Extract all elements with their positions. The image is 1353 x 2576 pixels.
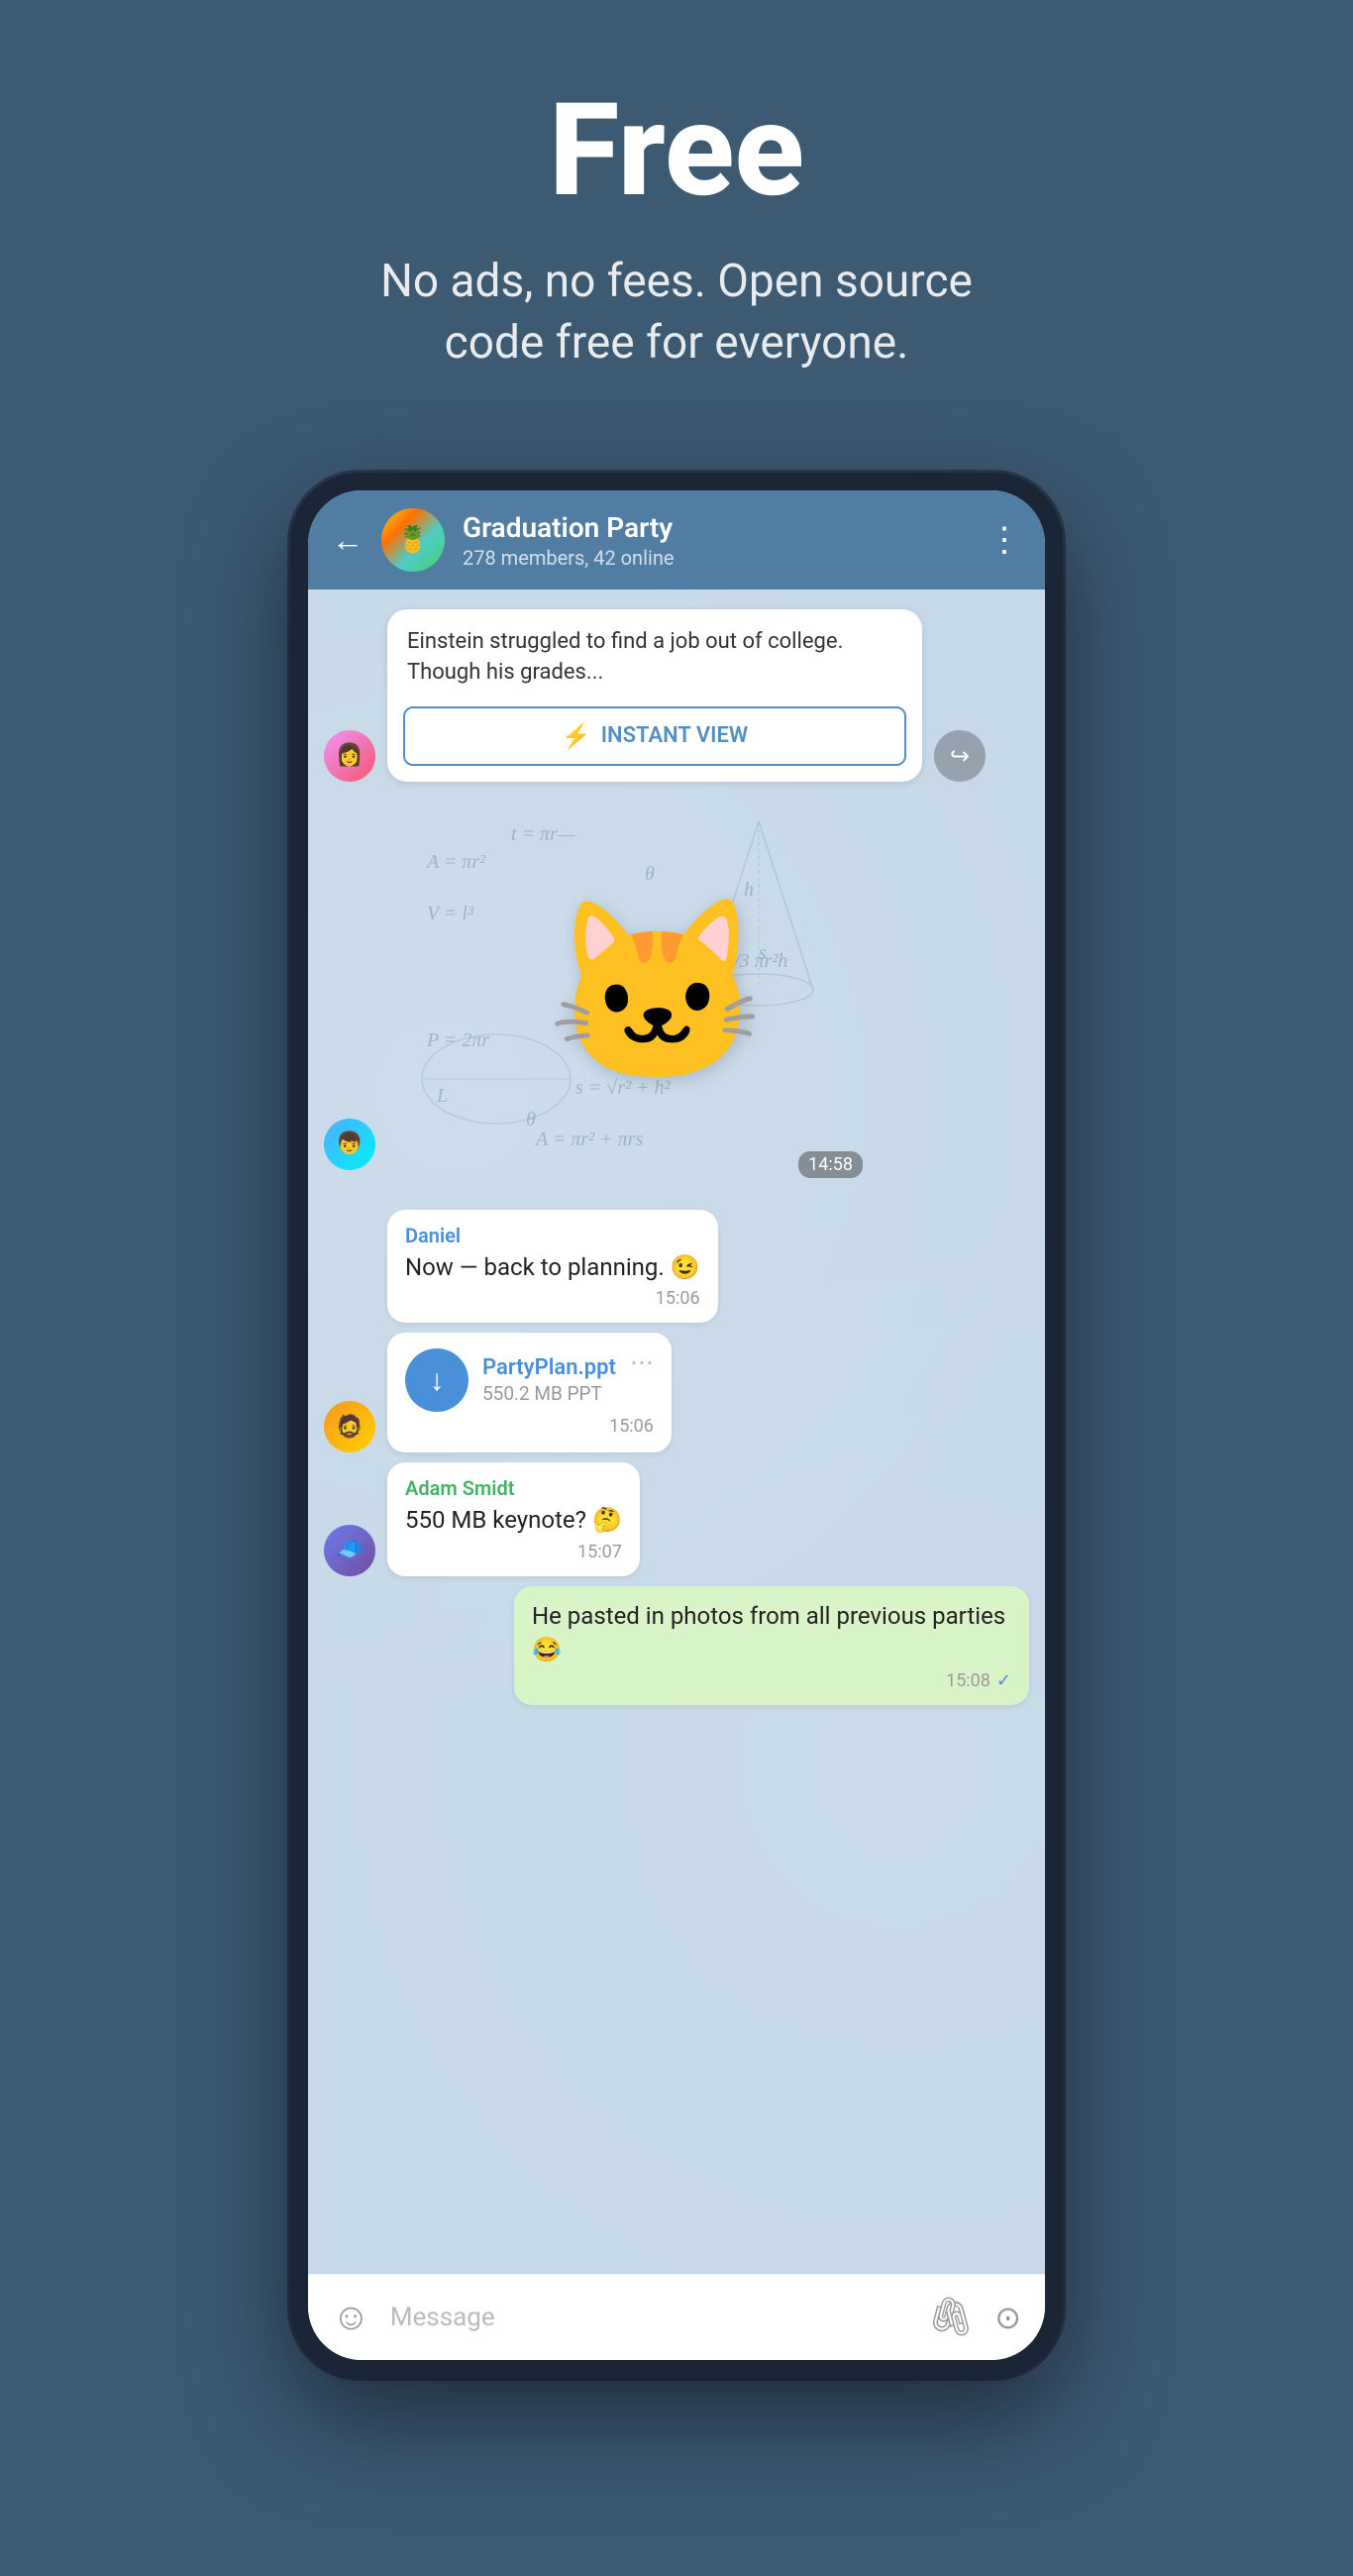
- message-row-sent: He pasted in photos from all previous pa…: [324, 1586, 1029, 1705]
- camera-button[interactable]: ⊙: [994, 2299, 1021, 2336]
- group-members: 278 members, 42 online: [463, 546, 970, 570]
- avatar-male1: 👦: [324, 1119, 375, 1170]
- avatar-placeholder-male2: 🧔: [324, 1401, 375, 1452]
- adam-sender-name: Adam Smidt: [405, 1476, 622, 1500]
- file-info: PartyPlan.ppt 550.2 MB PPT: [482, 1355, 616, 1405]
- instant-view-label: INSTANT VIEW: [601, 723, 749, 748]
- emoji-button[interactable]: ☺: [332, 2296, 370, 2339]
- daniel-sender-name: Daniel: [405, 1224, 700, 1247]
- header-menu-button[interactable]: ⋮: [988, 520, 1021, 560]
- daniel-bubble-meta: 15:06: [405, 1288, 700, 1309]
- download-button[interactable]: ↓: [405, 1348, 468, 1412]
- avatar-male3: 🧢: [324, 1525, 375, 1576]
- message-row-adam: 🧢 Adam Smidt 550 MB keynote? 🤔 15:07: [324, 1462, 1029, 1576]
- hero-section: Free No ads, no fees. Open source code f…: [0, 0, 1353, 433]
- daniel-bubble: Daniel Now — back to planning. 😉 15:06: [387, 1210, 718, 1324]
- file-menu-button[interactable]: ⋯: [630, 1348, 654, 1376]
- group-avatar-image: 🍍: [381, 508, 445, 572]
- chat-header: ← 🍍 Graduation Party 278 members, 42 onl…: [308, 490, 1045, 590]
- math-symbol: t = πr—: [511, 823, 575, 846]
- forward-button[interactable]: ↪: [934, 730, 986, 782]
- adam-bubble: Adam Smidt 550 MB keynote? 🤔 15:07: [387, 1462, 640, 1576]
- sent-bubble-meta: 15:08 ✓: [532, 1670, 1011, 1691]
- message-input[interactable]: Message: [390, 2291, 907, 2344]
- article-bubble-wrapper: Einstein struggled to find a job out of …: [387, 609, 922, 782]
- file-meta: 15:06: [405, 1416, 654, 1437]
- hero-title: Free: [99, 79, 1254, 221]
- phone-inner: ← 🍍 Graduation Party 278 members, 42 onl…: [308, 490, 1045, 2360]
- group-avatar: 🍍: [381, 508, 445, 572]
- lightning-icon: ⚡: [562, 722, 591, 750]
- daniel-message-text: Now — back to planning. 😉: [405, 1251, 700, 1285]
- file-size: 550.2 MB PPT: [482, 1382, 616, 1405]
- file-bubble: ↓ PartyPlan.ppt 550.2 MB PPT ⋯ 15:06: [387, 1333, 672, 1452]
- instant-view-button[interactable]: ⚡ INSTANT VIEW: [403, 706, 906, 766]
- daniel-message-time: 15:06: [656, 1288, 700, 1309]
- article-preview-text: Einstein struggled to find a job out of …: [387, 609, 922, 706]
- adam-bubble-meta: 15:07: [405, 1542, 622, 1562]
- chat-input-bar: ☺ Message 🖇 ⊙: [308, 2274, 1045, 2360]
- sent-message-text: He pasted in photos from all previous pa…: [532, 1600, 1011, 1666]
- message-row-article: 👩 Einstein struggled to find a job out o…: [324, 609, 1029, 782]
- adam-message-time: 15:07: [577, 1542, 622, 1562]
- file-time: 15:06: [609, 1416, 654, 1437]
- sent-message-time: 15:08: [946, 1670, 990, 1691]
- cat-sticker: 🐱: [546, 904, 768, 1082]
- phone-mockup: ← 🍍 Graduation Party 278 members, 42 onl…: [290, 473, 1063, 2378]
- file-name: PartyPlan.ppt: [482, 1355, 616, 1380]
- message-row-daniel: Daniel Now — back to planning. 😉 15:06: [387, 1210, 1029, 1324]
- article-bubble: Einstein struggled to find a job out of …: [387, 609, 922, 782]
- avatar-placeholder-male1: 👦: [324, 1119, 375, 1170]
- math-symbol: V = l³: [427, 903, 473, 925]
- sent-bubble: He pasted in photos from all previous pa…: [514, 1586, 1029, 1705]
- chat-body: 👩 Einstein struggled to find a job out o…: [308, 590, 1045, 2274]
- attach-button[interactable]: 🖇: [927, 2296, 975, 2339]
- group-info: Graduation Party 278 members, 42 online: [463, 511, 970, 570]
- avatar-female: 👩: [324, 730, 375, 782]
- avatar-placeholder-male3: 🧢: [324, 1525, 375, 1576]
- hero-subtitle: No ads, no fees. Open source code free f…: [330, 251, 1023, 374]
- math-symbol: θ: [645, 863, 655, 886]
- adam-message-text: 550 MB keynote? 🤔: [405, 1504, 622, 1538]
- sticker-avatar-row: 👦: [324, 1119, 1029, 1170]
- phone-outer: ← 🍍 Graduation Party 278 members, 42 onl…: [290, 473, 1063, 2378]
- math-symbol: A = πr²: [427, 851, 485, 874]
- avatar-placeholder-female: 👩: [324, 730, 375, 782]
- message-row-file: 🧔 ↓ PartyPlan.ppt 550.2 MB PPT ⋯: [324, 1333, 1029, 1452]
- read-check-icon: ✓: [996, 1670, 1011, 1691]
- group-name: Graduation Party: [463, 511, 970, 544]
- avatar-male2: 🧔: [324, 1401, 375, 1452]
- file-main-row: ↓ PartyPlan.ppt 550.2 MB PPT ⋯: [405, 1348, 654, 1412]
- back-button[interactable]: ←: [332, 524, 364, 556]
- file-bubble-inner: ↓ PartyPlan.ppt 550.2 MB PPT ⋯ 15:06: [405, 1348, 654, 1437]
